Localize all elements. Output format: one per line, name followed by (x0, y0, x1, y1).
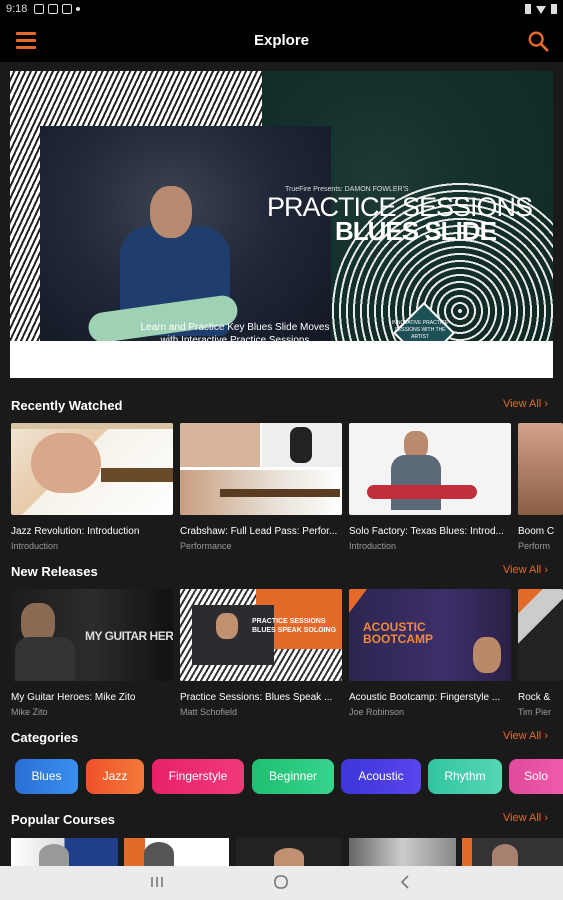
recently-watched-title: Recently Watched (11, 398, 123, 413)
release-thumbnail: MY GUITAR HEROES (11, 589, 173, 681)
category-chip-jazz[interactable]: Jazz (86, 759, 144, 794)
more-notifications-icon (76, 7, 80, 11)
category-chip-fingerstyle[interactable]: Fingerstyle (152, 759, 244, 794)
recent-card-subtitle: Performance (180, 541, 232, 551)
recent-thumbnail (11, 423, 173, 515)
home-icon[interactable] (273, 874, 289, 890)
popular-course-card[interactable] (349, 838, 456, 866)
release-card-title: Practice Sessions: Blues Speak ... (180, 692, 333, 703)
release-card-subtitle: Tim Pier (518, 707, 552, 717)
release-card[interactable]: MY GUITAR HEROES My Guitar Heroes: Mike … (11, 589, 173, 717)
recent-card-title: Crabshaw: Full Lead Pass: Perfor... (180, 526, 338, 537)
recent-card[interactable]: Solo Factory: Texas Blues: Introd... Int… (349, 423, 511, 551)
featured-banner[interactable]: Learn and Practice Key Blues Slide Moves… (10, 71, 553, 378)
release-card-title: Acoustic Bootcamp: Fingerstyle ... (349, 692, 501, 703)
banner-badge-text: INNOVATIVE PRACTICE SESSIONS WITH THE AR… (391, 320, 449, 340)
popular-course-card[interactable] (462, 838, 563, 866)
chevron-right-icon: › (544, 564, 548, 576)
release-thumbnail: ACOUSTIC BOOTCAMP (349, 589, 511, 681)
notification-icon (34, 4, 44, 14)
recent-thumbnail (518, 423, 563, 515)
categories-title: Categories (11, 730, 79, 745)
release-card[interactable]: ACOUSTIC BOOTCAMP Acoustic Bootcamp: Fin… (349, 589, 511, 717)
app-bar: Explore (0, 20, 563, 62)
recent-card[interactable]: Boom C Perform (518, 423, 563, 551)
popular-course-card[interactable] (236, 838, 342, 866)
wifi-icon (536, 6, 546, 14)
system-navigation-bar (0, 866, 563, 900)
status-bar: 9:18 (0, 0, 563, 20)
popular-courses-title: Popular Courses (11, 812, 116, 827)
notification-icon (48, 4, 58, 14)
banner-artist-photo (40, 126, 331, 352)
recent-thumbnail (349, 423, 511, 515)
back-icon[interactable] (398, 874, 412, 890)
release-card-title: Rock & (518, 692, 551, 703)
release-card-subtitle: Mike Zito (11, 707, 48, 717)
popular-course-card[interactable] (11, 838, 118, 866)
category-chip-solo[interactable]: Solo (509, 759, 563, 794)
new-releases-view-all-link[interactable]: View All › (503, 564, 548, 576)
search-icon[interactable] (527, 30, 549, 52)
page-title: Explore (253, 32, 310, 49)
recent-card[interactable]: Jazz Revolution: Introduction Introducti… (11, 423, 173, 551)
popular-course-card[interactable] (124, 838, 229, 866)
recent-card-title: Boom C (518, 526, 555, 537)
recent-card-title: Jazz Revolution: Introduction (11, 526, 140, 537)
categories-view-all-link[interactable]: View All › (503, 730, 548, 742)
system-icons (525, 4, 557, 14)
chevron-right-icon: › (544, 730, 548, 742)
release-card-subtitle: Joe Robinson (349, 707, 405, 717)
notification-icons (34, 4, 80, 14)
notification-icon (62, 4, 72, 14)
recent-apps-icon[interactable] (150, 874, 164, 890)
banner-subtitle: BLUES SLIDE (335, 216, 497, 246)
release-thumbnail (518, 589, 563, 681)
chevron-right-icon: › (544, 398, 548, 410)
recent-thumbnail (180, 423, 342, 515)
bluetooth-icon (525, 4, 531, 14)
chevron-right-icon: › (544, 812, 548, 824)
release-card-subtitle: Matt Schofield (180, 707, 238, 717)
recent-card-subtitle: Introduction (11, 541, 59, 551)
recent-card-subtitle: Perform (518, 541, 551, 551)
category-chip-acoustic[interactable]: Acoustic (341, 759, 421, 794)
release-thumbnail: PRACTICE SESSIONS BLUES SPEAK SOLOING (180, 589, 342, 681)
category-chip-rhythm[interactable]: Rhythm (428, 759, 502, 794)
recent-card[interactable]: Crabshaw: Full Lead Pass: Perfor... Perf… (180, 423, 342, 551)
status-time: 9:18 (6, 3, 28, 15)
recent-card-title: Solo Factory: Texas Blues: Introd... (349, 526, 504, 537)
category-chip-blues[interactable]: Blues (15, 759, 78, 794)
release-card-title: My Guitar Heroes: Mike Zito (11, 692, 136, 703)
release-card[interactable]: Rock & Tim Pier (518, 589, 563, 717)
new-releases-title: New Releases (11, 564, 98, 579)
recent-card-subtitle: Introduction (349, 541, 397, 551)
battery-icon (551, 4, 557, 14)
release-card[interactable]: PRACTICE SESSIONS BLUES SPEAK SOLOING Pr… (180, 589, 342, 717)
popular-courses-view-all-link[interactable]: View All › (503, 812, 548, 824)
recently-watched-view-all-link[interactable]: View All › (503, 398, 548, 410)
category-chip-beginner[interactable]: Beginner (252, 759, 334, 794)
